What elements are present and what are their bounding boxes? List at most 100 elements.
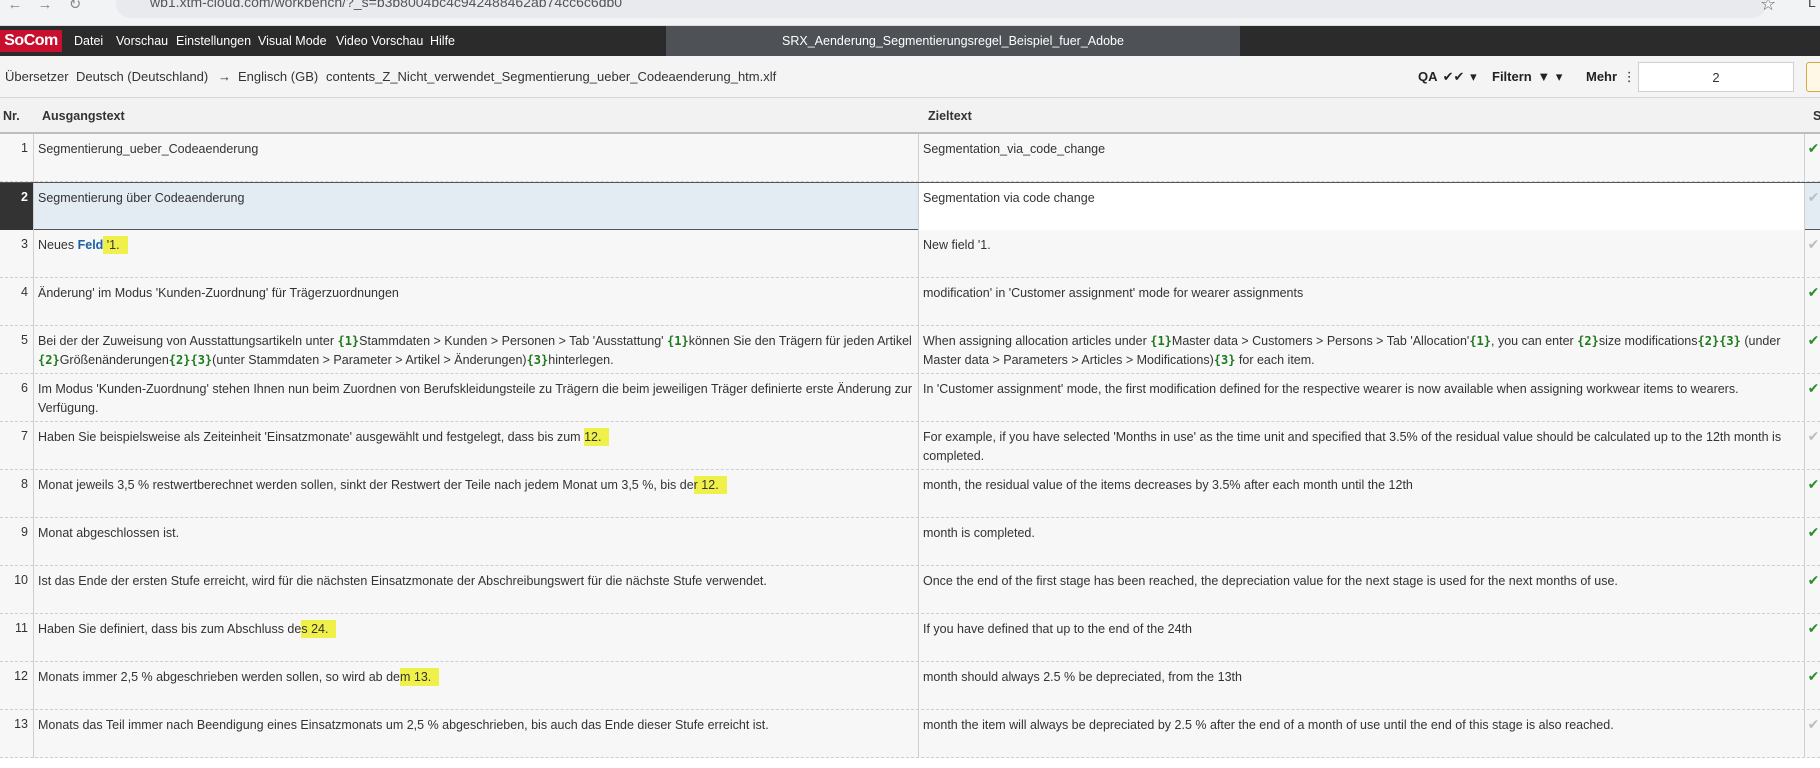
segment-row[interactable]: 12 Monats immer 2,5 % abgeschrieben werde… <box>0 662 1820 710</box>
status-confirmed-icon[interactable]: ✔ <box>1807 618 1820 638</box>
target-cell[interactable]: For example, if you have selected 'Month… <box>919 422 1805 470</box>
segment-text: month, the residual value of the items d… <box>923 478 1413 492</box>
status-unconfirmed-icon[interactable]: ✔ <box>1807 426 1820 446</box>
target-cell[interactable]: When assigning allocation articles under… <box>919 326 1805 374</box>
source-cell: Haben Sie beispielsweise als Zeiteinheit… <box>34 422 919 470</box>
segment-row[interactable]: 5 Bei der der Zuweisung von Ausstattungsa… <box>0 326 1820 374</box>
reload-icon[interactable]: ↻ <box>64 0 86 26</box>
toolbar-edge-button[interactable] <box>1806 62 1820 92</box>
segment-number[interactable]: 3 <box>0 230 34 278</box>
segment-row[interactable]: 10 Ist das Ende der ersten Stufe erreicht… <box>0 566 1820 614</box>
segment-text: For example, if you have selected 'Month… <box>923 430 1782 463</box>
segment-number[interactable]: 7 <box>0 422 34 470</box>
qa-button[interactable]: QA ✔✔ ▾ <box>1418 56 1477 98</box>
segment-text: Haben Sie definiert, dass bis zum Abschl… <box>38 622 302 636</box>
segment-row[interactable]: 3 Neues Feld '1. New field '1. ✔ <box>0 230 1820 278</box>
target-cell[interactable]: Once the end of the first stage has been… <box>919 566 1805 614</box>
menu-hilfe[interactable]: Hilfe <box>430 26 455 56</box>
inline-tag: {2} <box>38 353 60 367</box>
highlighted-text: s 24. <box>301 620 337 638</box>
segment-text: Änderung' im Modus 'Kunden-Zuordnung' fü… <box>38 286 399 300</box>
browser-toolbar: ← → ↻ wb1.xtm-cloud.com/workbench/?_s=b3… <box>0 0 1820 26</box>
status-confirmed-icon[interactable]: ✔ <box>1807 282 1820 302</box>
segment-row[interactable]: 6 Im Modus 'Kunden-Zuordnung' stehen Ihne… <box>0 374 1820 422</box>
segment-row[interactable]: 1 Segmentierung_ueber_Codeaenderung Segmen… <box>0 134 1820 182</box>
menu-einstellungen[interactable]: Einstellungen <box>176 26 251 56</box>
target-cell[interactable]: If you have defined that up to the end o… <box>919 614 1805 662</box>
inline-tag: {1} <box>1469 334 1491 348</box>
segment-text: Segmentierung über Codeaenderung <box>38 191 245 205</box>
segment-number-input[interactable] <box>1638 62 1794 92</box>
highlighted-text: '1. <box>103 236 128 254</box>
target-cell[interactable]: Segmentation_via_code_change <box>919 134 1805 182</box>
more-label: Mehr <box>1586 69 1618 84</box>
document-title: SRX_Aenderung_Segmentierungsregel_Beispi… <box>666 26 1240 56</box>
segment-row[interactable]: 2 Segmentierung über Codeaenderung Segment… <box>0 182 1820 231</box>
target-cell[interactable]: month, the residual value of the items d… <box>919 470 1805 518</box>
status-unconfirmed-icon[interactable]: ✔ <box>1807 714 1820 734</box>
status-confirmed-icon[interactable]: ✔ <box>1807 330 1820 350</box>
segment-number[interactable]: 6 <box>0 374 34 422</box>
segment-text: Monats das Teil immer nach Beendigung ei… <box>38 718 769 732</box>
menu-visual-mode[interactable]: Visual Mode <box>258 26 327 56</box>
segment-row[interactable]: 8 Monat jeweils 3,5 % restwertberechnet w… <box>0 470 1820 518</box>
target-cell[interactable]: month is completed. <box>919 518 1805 566</box>
chevron-down-icon: ▾ <box>1470 69 1477 84</box>
target-cell[interactable]: month should always 2.5 % be depreciated… <box>919 662 1805 710</box>
segment-number[interactable]: 9 <box>0 518 34 566</box>
inline-tag: {3} <box>1213 353 1236 367</box>
menu-vorschau[interactable]: Vorschau <box>116 26 168 56</box>
target-cell[interactable]: month the item will always be depreciate… <box>919 710 1805 758</box>
segment-row[interactable]: 7 Haben Sie beispielsweise als Zeiteinhei… <box>0 422 1820 470</box>
menu-datei[interactable]: Datei <box>74 26 103 56</box>
qa-label: QA <box>1418 69 1438 84</box>
segment-row[interactable]: 9 Monat abgeschlossen ist. month is comple… <box>0 518 1820 566</box>
segment-number[interactable]: 10 <box>0 566 34 614</box>
status-confirmed-icon[interactable]: ✔ <box>1807 522 1820 542</box>
segment-number[interactable]: 8 <box>0 470 34 518</box>
menu-video-vorschau[interactable]: Video Vorschau <box>336 26 423 56</box>
target-cell[interactable]: Segmentation via code change <box>919 183 1805 231</box>
target-cell[interactable]: modification' in 'Customer assignment' m… <box>919 278 1805 326</box>
inline-tag: {2} <box>1577 334 1599 348</box>
segment-row[interactable]: 11 Haben Sie definiert, dass bis zum Absc… <box>0 614 1820 662</box>
segment-text: Stammdaten > Kunden > Personen > Tab 'Au… <box>359 334 668 348</box>
target-cell[interactable]: In 'Customer assignment' mode, the first… <box>919 374 1805 422</box>
segment-text: When assigning allocation articles under <box>923 334 1151 348</box>
segment-number[interactable]: 2 <box>0 183 34 231</box>
highlighted-text: r 12. <box>693 476 727 494</box>
segment-number[interactable]: 12 <box>0 662 34 710</box>
source-cell: Monat abgeschlossen ist. <box>34 518 919 566</box>
segment-row[interactable]: 13 Monats das Teil immer nach Beendigung … <box>0 710 1820 758</box>
source-cell: Im Modus 'Kunden-Zuordnung' stehen Ihnen… <box>34 374 919 422</box>
status-confirmed-icon[interactable]: ✔ <box>1807 378 1820 398</box>
status-confirmed-icon[interactable]: ✔ <box>1807 474 1820 494</box>
url-text[interactable]: wb1.xtm-cloud.com/workbench/?_s=b3b8004b… <box>150 0 622 10</box>
source-cell: Monats immer 2,5 % abgeschrieben werden … <box>34 662 919 710</box>
forward-icon[interactable]: → <box>34 0 56 26</box>
status-unconfirmed-icon[interactable]: ✔ <box>1807 187 1820 207</box>
segment-number[interactable]: 11 <box>0 614 34 662</box>
grid-header: Nr. Ausgangstext Zieltext S <box>0 98 1820 134</box>
profile-icon[interactable]: L <box>1808 0 1816 10</box>
bookmark-star-icon[interactable]: ☆ <box>1760 0 1776 15</box>
col-header-target: Zieltext <box>928 109 972 123</box>
segment-text: , you can enter <box>1491 334 1578 348</box>
source-cell: Segmentierung_ueber_Codeaenderung <box>34 134 919 182</box>
status-unconfirmed-icon[interactable]: ✔ <box>1807 234 1820 254</box>
target-cell[interactable]: New field '1. <box>919 230 1805 278</box>
more-button[interactable]: Mehr ⋮ <box>1586 56 1636 98</box>
segment-number[interactable]: 13 <box>0 710 34 758</box>
segment-row[interactable]: 4 Änderung' im Modus 'Kunden-Zuordnung' f… <box>0 278 1820 326</box>
status-confirmed-icon[interactable]: ✔ <box>1807 138 1820 158</box>
segment-number[interactable]: 4 <box>0 278 34 326</box>
more-vertical-icon: ⋮ <box>1622 69 1636 84</box>
back-icon[interactable]: ← <box>4 0 26 26</box>
status-confirmed-icon[interactable]: ✔ <box>1807 666 1820 686</box>
segment-text: hinterlegen. <box>548 353 614 367</box>
filter-button[interactable]: Filtern ▼ ▾ <box>1492 56 1562 98</box>
segment-number[interactable]: 5 <box>0 326 34 374</box>
segment-number[interactable]: 1 <box>0 134 34 182</box>
status-confirmed-icon[interactable]: ✔ <box>1807 570 1820 590</box>
segment-text: Monats immer 2,5 % abgeschrieben werden … <box>38 670 400 684</box>
